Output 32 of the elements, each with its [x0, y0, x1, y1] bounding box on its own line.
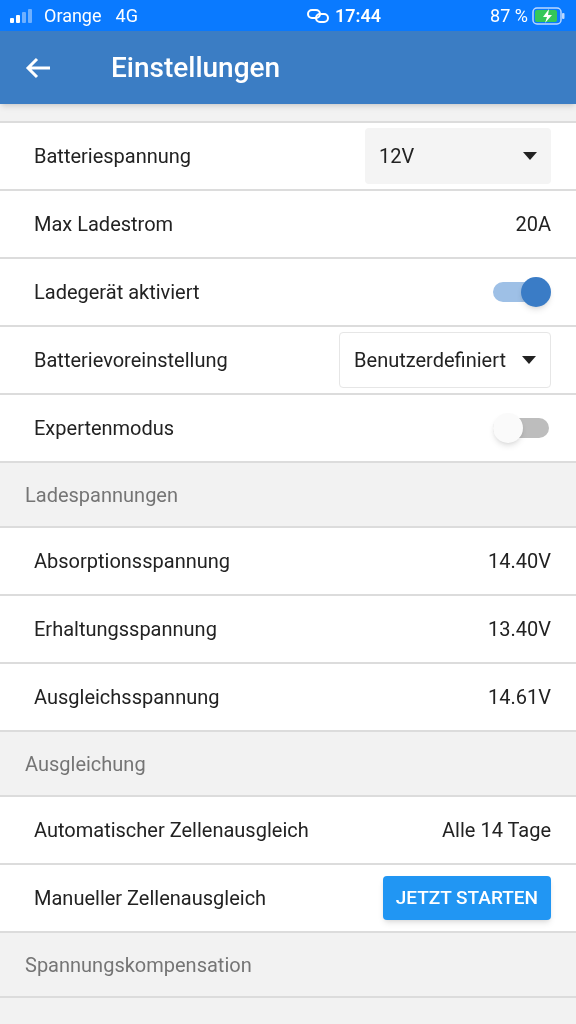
caret-icon	[523, 152, 537, 160]
setting-label: Ladegerät aktiviert	[34, 279, 200, 306]
setting-label: Absorptionsspannung	[34, 548, 230, 575]
setting-label: Max Ladestrom	[34, 211, 174, 238]
setting-label: Batteriespannung	[34, 143, 192, 170]
caret-icon	[522, 356, 536, 364]
battery-percent: 87 %	[490, 4, 528, 28]
setting-label: Automatischer Zellenausgleich	[34, 817, 309, 844]
toggle-switch[interactable]	[493, 413, 551, 443]
setting-label: Manueller Zellenausgleich	[34, 885, 267, 912]
setting-value: 14.40V	[488, 548, 551, 575]
setting-value: 13.40V	[488, 616, 551, 643]
clock-time: 17:44	[335, 4, 382, 28]
setting-value: 14.61V	[488, 684, 551, 711]
link-icon	[307, 8, 329, 23]
carrier-name: Orange	[44, 4, 102, 28]
back-arrow-icon	[25, 56, 51, 79]
section-header: Spannungskompensation	[25, 951, 252, 979]
toggle-switch[interactable]	[493, 277, 551, 307]
setting-label: Expertenmodus	[34, 415, 175, 442]
section-header: Ladespannungen	[25, 481, 178, 509]
battery-charging-icon	[532, 6, 566, 25]
network-type: 4G	[115, 4, 138, 28]
section-header: Ausgleichung	[25, 750, 146, 778]
setting-label: Ausgleichsspannung	[34, 684, 220, 711]
setting-value: Alle 14 Tage	[442, 817, 551, 844]
dropdown[interactable]: Benutzerdefiniert	[339, 332, 551, 388]
setting-value: 20A	[515, 211, 551, 238]
setting-label: Batterievoreinstellung	[34, 347, 228, 374]
page-title: Einstellungen	[111, 49, 281, 86]
dropdown[interactable]: 12V	[365, 128, 551, 184]
setting-label: Erhaltungsspannung	[34, 616, 217, 643]
